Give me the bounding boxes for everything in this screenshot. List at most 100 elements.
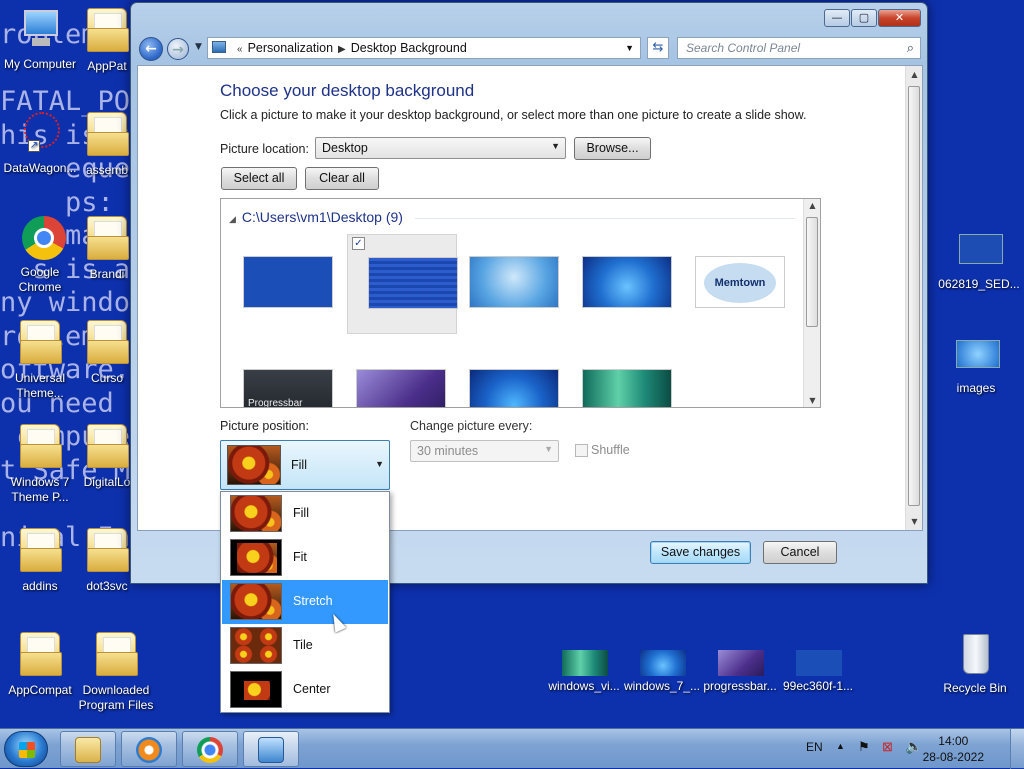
scroll-up-arrow-icon[interactable]: ▲: [906, 66, 923, 83]
maximize-button[interactable]: ▢: [851, 9, 877, 27]
desktop-icon-windows-vi[interactable]: windows_vi...: [545, 646, 623, 694]
folder-icon: [87, 112, 129, 156]
desktop-icon-062819-sed[interactable]: 062819_SED...: [934, 226, 1024, 292]
gallery-thumbnail[interactable]: [336, 347, 446, 407]
search-icon[interactable]: ⌕: [907, 40, 914, 56]
fit-preview-icon: [230, 539, 282, 576]
recycle-bin-icon: [951, 630, 999, 678]
chrome-icon: [197, 737, 223, 763]
taskbar-control-panel-button[interactable]: [243, 731, 299, 767]
gallery-thumbnail[interactable]: [449, 347, 559, 407]
breadcrumb-chevron-icon: «: [237, 44, 243, 55]
chevron-down-icon: ▼: [544, 444, 553, 454]
chevron-down-icon: ▼: [375, 459, 384, 469]
content-scrollbar[interactable]: ▲ ▼: [905, 66, 922, 530]
gallery-thumbnail[interactable]: [449, 234, 559, 334]
back-button[interactable]: ←: [139, 37, 163, 61]
position-option-center[interactable]: Center: [222, 668, 388, 712]
media-player-icon: [136, 737, 162, 763]
action-center-icon[interactable]: ⚑: [858, 739, 870, 755]
shuffle-checkbox[interactable]: [575, 444, 588, 457]
gallery-scrollbar-thumb[interactable]: [806, 217, 818, 327]
scroll-up-arrow-icon[interactable]: ▲: [804, 201, 820, 210]
position-option-fit[interactable]: Fit: [222, 536, 388, 580]
desktop-icon-google-chrome[interactable]: Google Chrome: [0, 214, 80, 295]
thumbnail-checkbox[interactable]: ✓: [352, 237, 365, 250]
gallery-scrollbar[interactable]: ▲ ▼: [803, 199, 820, 407]
image-file-icon: [955, 226, 1003, 274]
folder-icon: [87, 216, 129, 260]
image-file-icon: [560, 646, 608, 676]
taskbar-media-player-button[interactable]: [121, 731, 177, 767]
show-desktop-button[interactable]: [1010, 729, 1024, 769]
windows-logo-icon: [19, 742, 35, 758]
cancel-button[interactable]: Cancel: [763, 541, 837, 564]
gallery-group-header[interactable]: ◢ C:\Users\vm1\Desktop (9): [229, 209, 403, 225]
recent-pages-dropdown[interactable]: ▼: [195, 42, 202, 52]
thumbnail-image: [582, 256, 672, 308]
desktop-icon-datawagon[interactable]: ↗ DataWagon...: [0, 110, 80, 176]
language-indicator[interactable]: EN: [806, 740, 823, 754]
gallery-thumbnail[interactable]: Memtown: [675, 234, 785, 334]
breadcrumb[interactable]: « Personalization ▶ Desktop Background ▼: [207, 37, 641, 59]
network-icon[interactable]: ⊠: [882, 739, 893, 755]
thumbnail-image: [368, 257, 458, 309]
change-picture-interval-select[interactable]: 30 minutes ▼: [410, 440, 559, 462]
forward-button[interactable]: →: [167, 38, 189, 60]
taskbar-explorer-button[interactable]: [60, 731, 116, 767]
desktop-icon-images[interactable]: images: [934, 330, 1018, 396]
volume-icon[interactable]: 🔈: [905, 738, 922, 755]
browse-button[interactable]: Browse...: [574, 137, 651, 160]
desktop-icon-progressbar[interactable]: progressbar...: [701, 646, 779, 694]
position-option-fill[interactable]: Fill: [222, 492, 388, 536]
gallery-thumbnail[interactable]: Progressbar: [223, 347, 333, 407]
tile-preview-icon: [230, 627, 282, 664]
breadcrumb-personalization[interactable]: Personalization: [248, 41, 333, 55]
picture-position-label: Picture position:: [220, 419, 309, 433]
scroll-down-arrow-icon[interactable]: ▼: [804, 396, 820, 405]
desktop-icon-appcompat[interactable]: AppCompat: [0, 630, 80, 698]
close-button[interactable]: ✕: [878, 9, 921, 27]
select-all-button[interactable]: Select all: [221, 167, 297, 190]
system-clock[interactable]: 14:00 28-08-2022: [923, 733, 984, 765]
refresh-button[interactable]: ⇆: [647, 37, 669, 59]
collapse-triangle-icon: ◢: [229, 214, 236, 224]
folder-icon: [96, 632, 138, 676]
clear-all-button[interactable]: Clear all: [305, 167, 379, 190]
scroll-down-arrow-icon[interactable]: ▼: [906, 513, 923, 530]
picture-location-select[interactable]: Desktop ▼: [315, 137, 566, 159]
gallery-thumbnail[interactable]: [562, 347, 672, 407]
desktop-icon-recycle-bin[interactable]: Recycle Bin: [935, 630, 1015, 696]
taskbar-chrome-button[interactable]: [182, 731, 238, 767]
start-button[interactable]: [4, 731, 48, 767]
breadcrumb-arrow-icon: ▶: [338, 44, 346, 55]
folder-icon: [87, 528, 129, 572]
desktop-icon-addins[interactable]: addins: [0, 526, 80, 594]
desktop-icon-my-computer[interactable]: My Computer: [0, 6, 80, 72]
position-option-stretch[interactable]: Stretch: [222, 580, 388, 624]
desktop-icon-downloaded-program-files[interactable]: Downloaded Program Files: [76, 630, 156, 713]
desktop-icon-universal-theme[interactable]: Universal Theme...: [0, 318, 80, 401]
picture-position-select[interactable]: Fill ▼: [220, 440, 390, 490]
position-option-tile[interactable]: Tile: [222, 624, 388, 668]
folder-icon: [20, 632, 62, 676]
save-changes-button[interactable]: Save changes: [650, 541, 751, 564]
picture-position-dropdown-list: Fill Fit Stretch Tile Center: [220, 491, 390, 713]
desktop-icon-windows7-theme[interactable]: Windows 7 Theme P...: [0, 422, 80, 505]
gallery-thumbnail-selected[interactable]: ✓: [347, 234, 458, 334]
shuffle-label: Shuffle: [591, 443, 630, 457]
minimize-button[interactable]: —: [824, 9, 850, 27]
scrollbar-thumb[interactable]: [908, 86, 920, 506]
thumbnail-image: [582, 369, 672, 407]
gallery-thumbnail[interactable]: [223, 234, 333, 334]
show-hidden-icons-button[interactable]: ▲: [836, 741, 845, 751]
page-description: Click a picture to make it your desktop …: [220, 108, 807, 122]
gallery-thumbnail[interactable]: [562, 234, 672, 334]
breadcrumb-desktop-background[interactable]: Desktop Background: [351, 41, 467, 55]
desktop-icon-99ec360f[interactable]: 99ec360f-1...: [779, 646, 857, 694]
chevron-down-icon[interactable]: ▼: [625, 38, 634, 58]
image-file-icon: [638, 646, 686, 676]
desktop-icon-windows-7[interactable]: windows_7_...: [623, 646, 701, 694]
forward-arrow-icon: →: [172, 42, 184, 58]
search-input[interactable]: Search Control Panel ⌕: [677, 37, 921, 59]
